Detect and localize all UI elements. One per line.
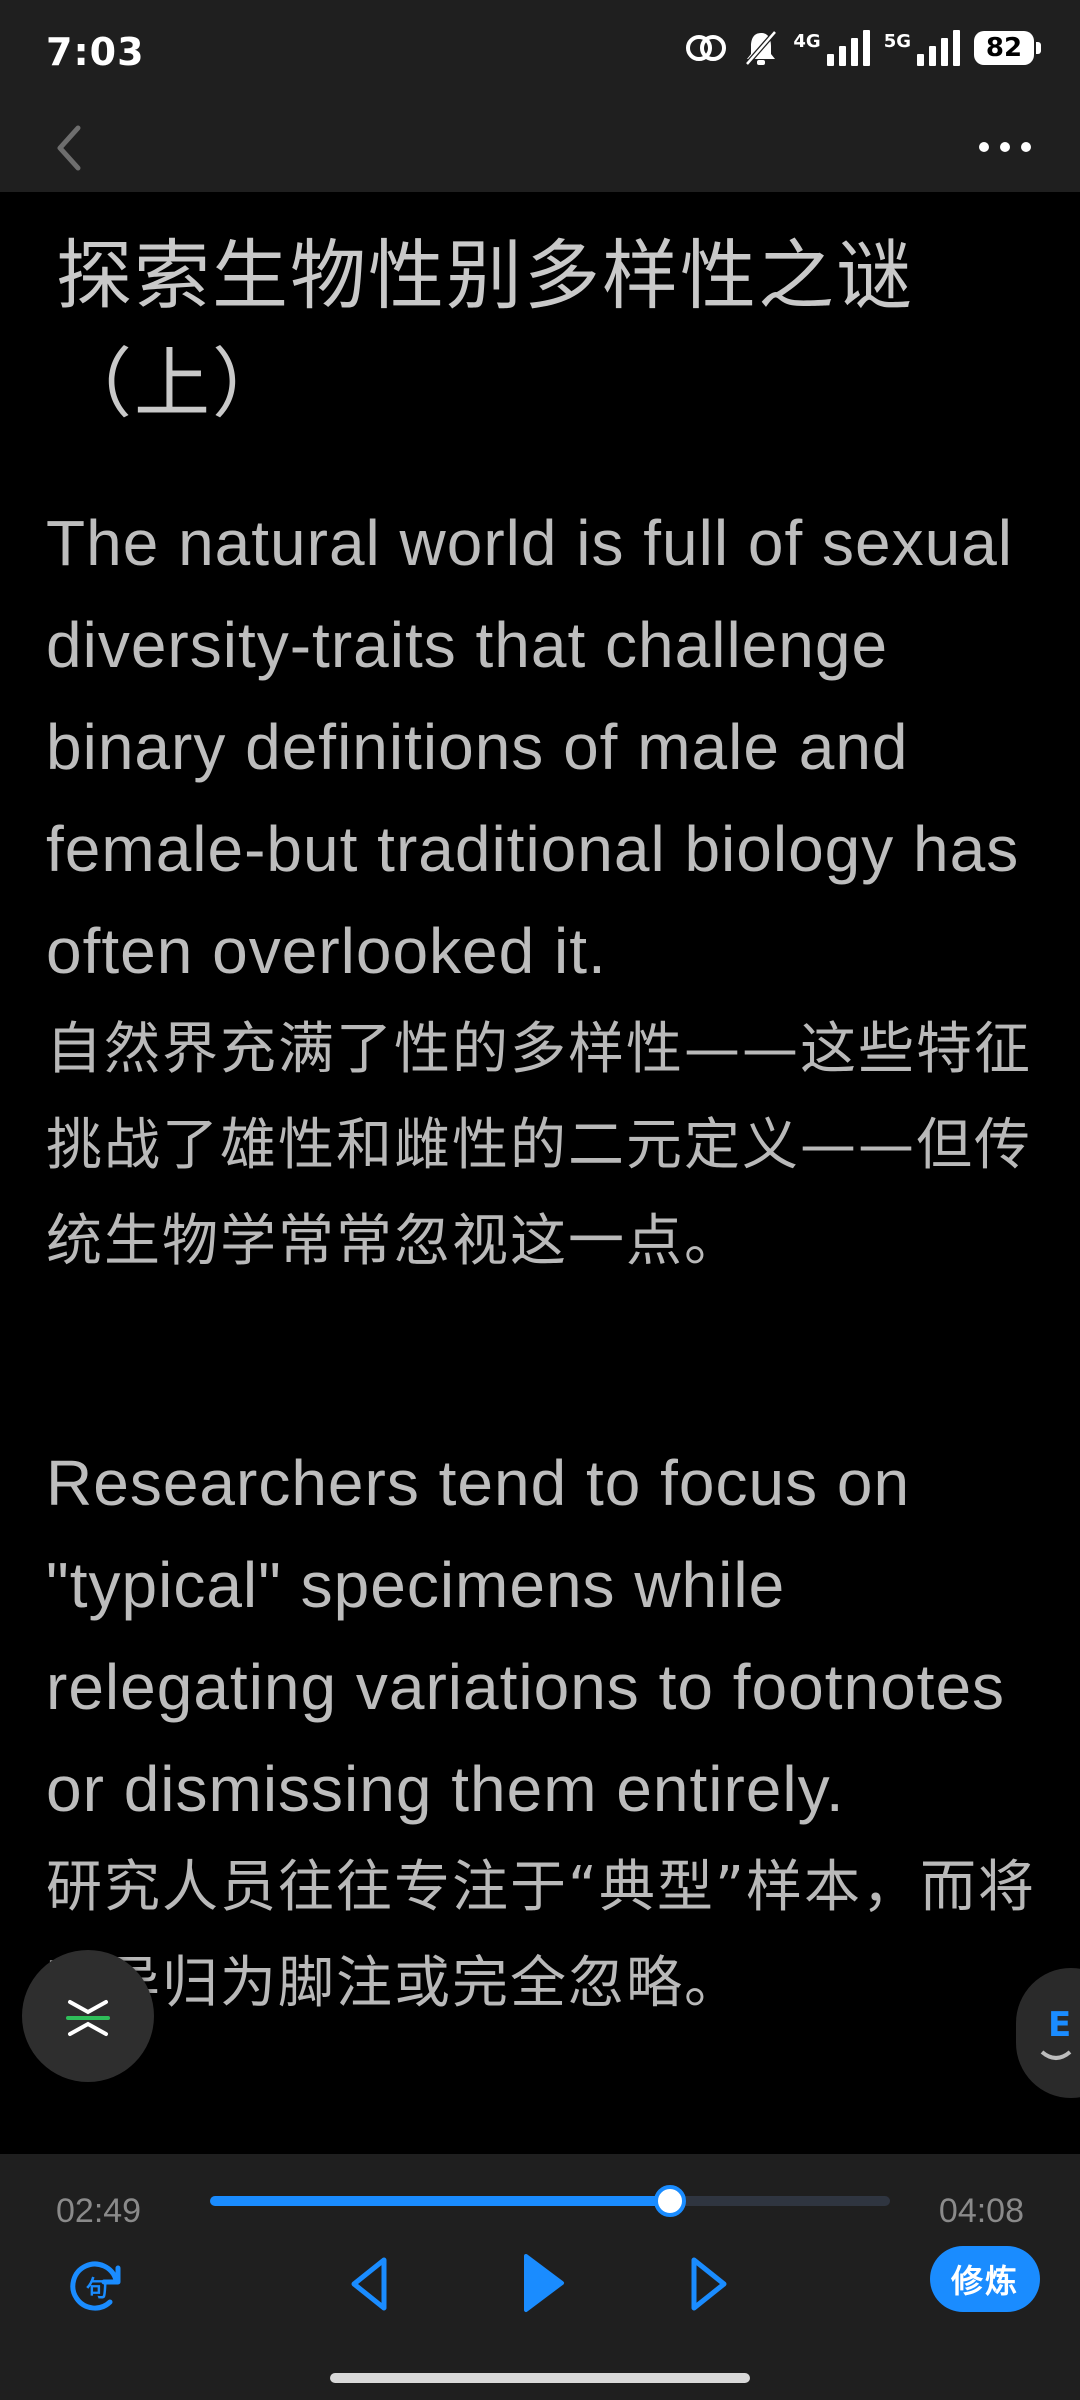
more-horizontal-icon[interactable] xyxy=(970,122,1040,172)
audio-player: 02:49 04:08 句 修炼 xyxy=(0,2154,1080,2400)
article-content: 探索生物性别多样性之谜（上） The natural world is full… xyxy=(0,192,1080,2154)
home-indicator[interactable] xyxy=(330,2373,750,2383)
total-time: 04:08 xyxy=(938,2192,1024,2230)
progress-knob[interactable] xyxy=(654,2185,687,2217)
current-time: 02:49 xyxy=(56,2192,142,2230)
triangle-right-icon[interactable] xyxy=(686,2254,732,2314)
battery-icon: 82 xyxy=(974,31,1041,65)
article-title: 探索生物性别多样性之谜（上） xyxy=(56,231,914,428)
signal-5g-icon xyxy=(917,30,960,66)
sentence-loop-icon[interactable]: 句 xyxy=(62,2250,132,2320)
play-icon[interactable] xyxy=(518,2250,568,2316)
bell-muted-icon xyxy=(745,30,778,66)
status-bar: 7:03 4G 5G 82 xyxy=(0,0,1080,108)
svg-text:句: 句 xyxy=(86,2276,108,2302)
paragraph-1-english[interactable]: The natural world is full of sexual dive… xyxy=(46,492,1046,1002)
collapse-toggle-icon xyxy=(66,2000,110,2036)
chevron-left-icon[interactable] xyxy=(48,118,88,178)
status-time: 7:03 xyxy=(46,30,145,74)
signal-4g-icon xyxy=(826,30,870,66)
translate-icon: E xyxy=(1040,2005,1072,2060)
translate-float-button[interactable]: E xyxy=(1016,1968,1080,2098)
triangle-left-icon[interactable] xyxy=(346,2254,392,2314)
progress-slider[interactable] xyxy=(210,2185,890,2217)
status-icons: 4G 5G 82 xyxy=(683,28,1041,68)
paragraph-1: The natural world is full of sexual dive… xyxy=(46,492,1046,1290)
battery-level: 82 xyxy=(985,33,1023,63)
svg-text:E: E xyxy=(1048,2005,1071,2045)
collapse-toggle-button[interactable] xyxy=(22,1950,154,2082)
practice-button[interactable]: 修炼 xyxy=(930,2246,1040,2312)
hotspot-link-icon xyxy=(686,35,727,61)
progress-fill xyxy=(210,2196,671,2206)
paragraph-1-chinese: 自然界充满了性的多样性——这些特征挑战了雄性和雌性的二元定义——但传统生物学常常… xyxy=(46,1017,1032,1274)
paragraph-2: Researchers tend to focus on "typical" s… xyxy=(46,1432,1046,2032)
network-4g-label: 4G xyxy=(793,30,821,52)
network-5g-label: 5G xyxy=(883,30,911,52)
paragraph-2-english[interactable]: Researchers tend to focus on "typical" s… xyxy=(46,1432,1046,1840)
top-nav-bar xyxy=(0,108,1080,192)
paragraph-2-chinese: 研究人员往往专注于“典型”样本，而将变异归为脚注或完全忽略。 xyxy=(46,1855,1037,2016)
